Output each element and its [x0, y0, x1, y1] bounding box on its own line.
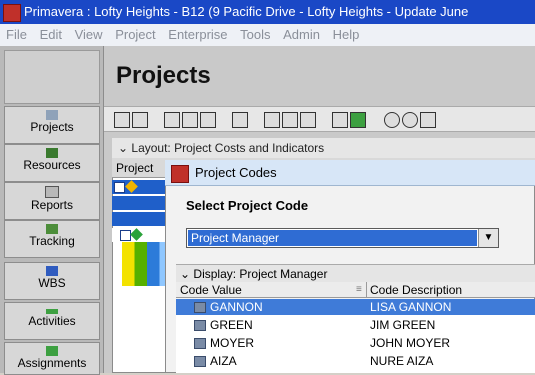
code-description: JIM GREEN	[370, 318, 436, 332]
print-preview-icon[interactable]	[132, 112, 148, 128]
code-value-column-header[interactable]: Code Value	[180, 282, 242, 298]
grid-row[interactable]	[112, 180, 172, 194]
code-value: MOYER	[210, 336, 255, 350]
collapse-chevron-icon: ⌄	[180, 267, 191, 281]
menu-file[interactable]: File	[6, 27, 27, 42]
wbs-icon	[46, 266, 58, 276]
display-label: Display: Project Manager	[193, 267, 328, 281]
collapse-icon[interactable]	[114, 182, 125, 193]
menu-edit[interactable]: Edit	[40, 27, 62, 42]
code-row[interactable]: GREEN JIM GREEN	[176, 317, 535, 333]
chevron-down-icon[interactable]: ▼	[478, 229, 498, 247]
projects-icon	[46, 110, 58, 120]
menu-enterprise[interactable]: Enterprise	[168, 27, 227, 42]
group-icon[interactable]	[182, 112, 198, 128]
project-code-select[interactable]: Project Manager ▼	[186, 228, 499, 248]
project-header-label: Project	[116, 161, 154, 175]
nav-item-assignments[interactable]: Assignments	[4, 342, 100, 375]
eps-node-icon	[130, 228, 143, 241]
collapse-icon[interactable]	[120, 230, 131, 241]
layout-icon[interactable]	[350, 112, 366, 128]
window-title: Primavera : Lofty Heights - B12 (9 Pacif…	[24, 4, 469, 19]
filter-icon[interactable]	[332, 112, 348, 128]
print-icon[interactable]	[114, 112, 130, 128]
project-code-select-value: Project Manager	[188, 230, 477, 246]
code-description: JOHN MOYER	[370, 336, 451, 350]
column-divider[interactable]	[366, 282, 367, 298]
code-description-column-header[interactable]: Code Description	[370, 282, 462, 298]
window-titlebar: Primavera : Lofty Heights - B12 (9 Pacif…	[0, 0, 535, 24]
select-project-code-label: Select Project Code	[186, 198, 309, 213]
nav-item-label: WBS	[38, 276, 66, 290]
menu-tools[interactable]: Tools	[240, 27, 270, 42]
columns-icon[interactable]	[264, 112, 280, 128]
filter-layout-icon[interactable]	[232, 112, 248, 128]
project-code-icon	[194, 356, 206, 367]
menu-admin[interactable]: Admin	[283, 27, 320, 42]
page-title: Projects	[116, 62, 211, 89]
zoom-out-icon[interactable]	[402, 112, 418, 128]
hierarchy-icon[interactable]	[200, 112, 216, 128]
menu-help[interactable]: Help	[333, 27, 360, 42]
menu-project[interactable]: Project	[115, 27, 155, 42]
nav-item-label: Reports	[30, 198, 74, 212]
table-icon[interactable]	[282, 112, 298, 128]
window-icon[interactable]	[300, 112, 316, 128]
display-bar[interactable]: ⌄ Display: Project Manager	[176, 264, 535, 282]
assignments-icon	[46, 346, 58, 356]
code-row[interactable]: GANNON LISA GANNON	[176, 299, 535, 315]
nav-item-projects[interactable]: Projects	[4, 106, 100, 144]
zoom-fit-icon[interactable]	[420, 112, 436, 128]
menu-view[interactable]: View	[75, 27, 103, 42]
code-list: GANNON LISA GANNON GREEN JIM GREEN MOYER…	[176, 299, 535, 373]
nav-item-label: Activities	[28, 314, 76, 328]
nav-item-label: Projects	[30, 120, 74, 134]
code-description: LISA GANNON	[370, 300, 452, 314]
nav-item-wbs[interactable]: WBS	[4, 262, 100, 300]
grid-row[interactable]	[112, 212, 172, 226]
nav-item-label: Resources	[23, 158, 81, 172]
menu-bar: File Edit View Project Enterprise Tools …	[0, 24, 535, 46]
resources-icon	[46, 148, 58, 158]
eps-node-icon	[125, 180, 138, 193]
nav-item-label: Tracking	[29, 234, 75, 248]
layout-bar[interactable]: ⌄ Layout: Project Costs and Indicators	[112, 138, 535, 158]
nav-item-resources[interactable]: Resources	[4, 144, 100, 182]
left-navigation: Projects Resources Reports Tracking WBS …	[0, 46, 104, 375]
grid-row[interactable]	[112, 228, 172, 242]
dialog-title: Project Codes	[195, 165, 277, 180]
primavera-logo-icon	[3, 4, 21, 22]
tracking-icon	[46, 224, 58, 234]
code-value: AIZA	[210, 354, 237, 368]
nav-item-tracking[interactable]: Tracking	[4, 220, 100, 258]
code-list-header: Code Value ≡ Code Description	[176, 282, 535, 298]
code-row[interactable]: MOYER JOHN MOYER	[176, 335, 535, 351]
project-code-icon	[194, 302, 206, 313]
code-row[interactable]: AIZA NURE AIZA	[176, 353, 535, 369]
project-code-icon	[194, 320, 206, 331]
collapse-chevron-icon: ⌄	[118, 141, 129, 155]
zoom-in-icon[interactable]	[384, 112, 400, 128]
nav-header	[4, 50, 100, 104]
nav-item-label: Assignments	[17, 356, 87, 370]
code-value: GREEN	[210, 318, 253, 332]
indent-icon[interactable]	[164, 112, 180, 128]
nav-item-reports[interactable]: Reports	[4, 182, 100, 220]
sort-icon[interactable]: ≡	[356, 282, 362, 298]
primavera-logo-icon	[171, 165, 189, 183]
dialog-titlebar: Project Codes	[165, 160, 535, 186]
toolbar	[104, 106, 535, 132]
project-code-icon	[194, 338, 206, 349]
nav-item-activities[interactable]: Activities	[4, 302, 100, 340]
grid-row[interactable]	[112, 196, 172, 210]
code-value: GANNON	[210, 300, 263, 314]
reports-icon	[45, 186, 59, 198]
code-description: NURE AIZA	[370, 354, 434, 368]
layout-label: Layout: Project Costs and Indicators	[131, 141, 325, 155]
